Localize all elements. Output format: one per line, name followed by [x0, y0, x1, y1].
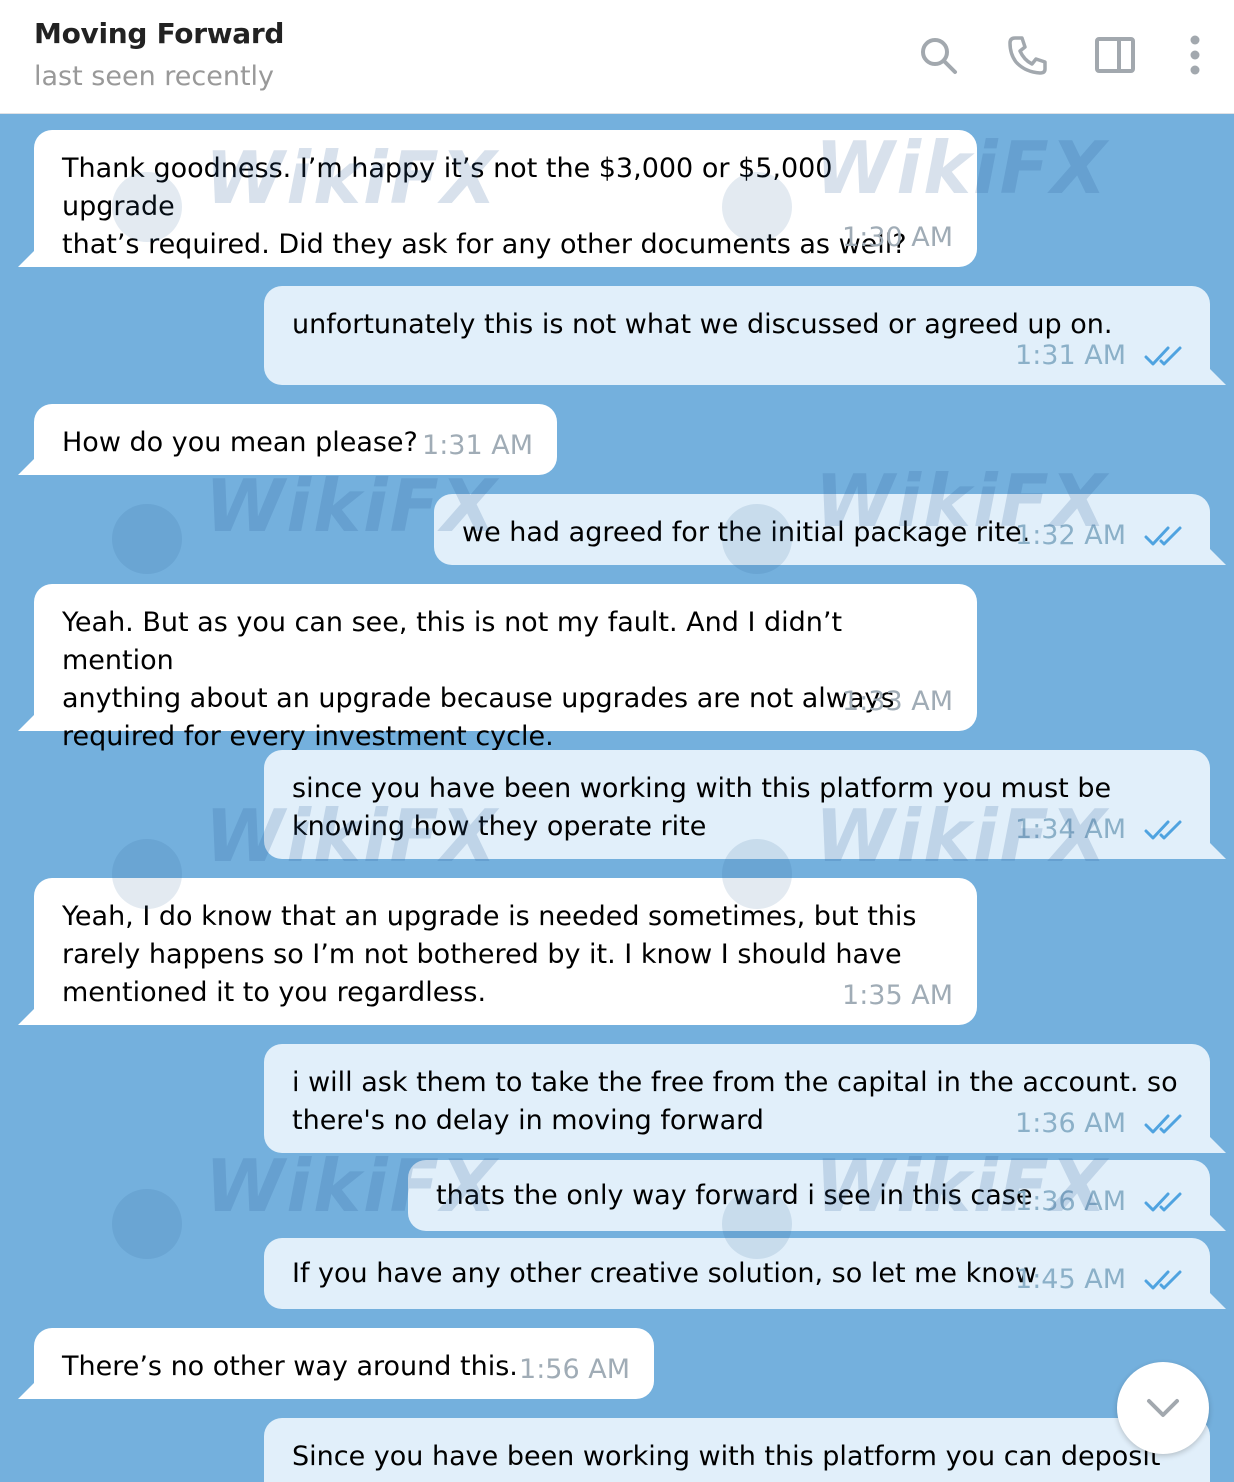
chat-status: last seen recently: [34, 61, 275, 92]
message-time: 1:36 AM: [1015, 1108, 1126, 1139]
more-vertical-icon[interactable]: [1172, 32, 1218, 78]
message-meta: 1:30 AM: [842, 219, 953, 257]
message-time: 1:31 AM: [422, 430, 533, 461]
message-time: 1:31 AM: [1015, 340, 1126, 371]
chevron-down-icon: [1147, 1399, 1179, 1417]
message-meta: 1:31 AM: [1015, 337, 1186, 375]
message-time: 1:45 AM: [1015, 1264, 1126, 1295]
scroll-to-bottom-button[interactable]: [1117, 1362, 1209, 1454]
message-outgoing[interactable]: i will ask them to take the free from th…: [264, 1044, 1226, 1153]
message-outgoing[interactable]: If you have any other creative solution,…: [264, 1238, 1226, 1309]
message-outgoing[interactable]: we had agreed for the initial package ri…: [434, 494, 1226, 565]
sidebar-toggle-icon[interactable]: [1092, 32, 1138, 78]
phone-icon[interactable]: [1005, 32, 1051, 78]
message-outgoing[interactable]: since you have been working with this pl…: [264, 750, 1226, 859]
message-time: 1:33 AM: [842, 686, 953, 717]
message-text: Yeah. But as you can see, this is not my…: [62, 607, 895, 752]
message-meta: 1:56 AM: [519, 1351, 630, 1389]
double-check-icon: [1144, 346, 1182, 366]
message-incoming[interactable]: How do you mean please? 1:31 AM: [18, 404, 557, 475]
double-check-icon: [1144, 1192, 1182, 1212]
message-text: Thank goodness. I’m happy it’s not the $…: [62, 153, 907, 260]
message-text: Since you have been working with this pl…: [292, 1441, 1161, 1482]
message-time: 1:56 AM: [519, 1354, 630, 1385]
chat-header: Moving Forward last seen recently: [0, 0, 1234, 114]
message-outgoing[interactable]: thats the only way forward i see in this…: [408, 1160, 1226, 1231]
message-incoming[interactable]: There’s no other way around this. 1:56 A…: [18, 1328, 654, 1399]
message-time: 1:36 AM: [1015, 1186, 1126, 1217]
message-meta: 1:36 AM: [1015, 1183, 1186, 1221]
message-outgoing[interactable]: Since you have been working with this pl…: [264, 1418, 1210, 1482]
chat-title[interactable]: Moving Forward: [34, 17, 284, 50]
double-check-icon: [1144, 1114, 1182, 1134]
message-time: 1:30 AM: [842, 222, 953, 253]
message-meta: 1:32 AM: [1015, 517, 1186, 555]
message-meta: 1:34 AM: [1015, 811, 1186, 849]
watermark-logo: [112, 504, 182, 574]
message-time: 1:35 AM: [842, 980, 953, 1011]
message-meta: 1:36 AM: [1015, 1105, 1186, 1143]
message-list[interactable]: WikiFX WikiFX WikiFX WikiFX WikiFX WikiF…: [0, 114, 1234, 1482]
message-outgoing[interactable]: unfortunately this is not what we discus…: [264, 286, 1226, 385]
message-text: Yeah, I do know that an upgrade is neede…: [62, 901, 917, 1008]
search-icon[interactable]: [915, 32, 961, 78]
message-time: 1:34 AM: [1015, 814, 1126, 845]
watermark-logo: [112, 1189, 182, 1259]
double-check-icon: [1144, 820, 1182, 840]
message-incoming[interactable]: Thank goodness. I’m happy it’s not the $…: [18, 130, 977, 267]
message-incoming[interactable]: Yeah, I do know that an upgrade is neede…: [18, 878, 977, 1025]
message-meta: 1:33 AM: [842, 683, 953, 721]
double-check-icon: [1144, 526, 1182, 546]
message-meta: 1:35 AM: [842, 977, 953, 1015]
double-check-icon: [1144, 1270, 1182, 1290]
message-time: 1:32 AM: [1015, 520, 1126, 551]
message-meta: 1:31 AM: [422, 427, 533, 465]
message-meta: 1:45 AM: [1015, 1261, 1186, 1299]
message-incoming[interactable]: Yeah. But as you can see, this is not my…: [18, 584, 977, 752]
